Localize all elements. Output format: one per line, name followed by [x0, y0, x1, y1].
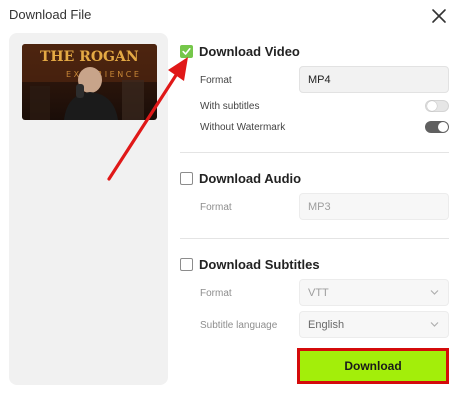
svg-text:E X P E R I E N C E: E X P E R I E N C E [66, 70, 139, 79]
download-video-checkbox[interactable] [180, 45, 193, 58]
download-video-label: Download Video [199, 44, 300, 59]
subtitle-language-select[interactable]: English [299, 311, 449, 338]
preview-panel: THE ROGAN E X P E R I E N C E [9, 33, 168, 385]
download-button[interactable]: Download [297, 348, 449, 384]
audio-format-select[interactable]: MP3 [299, 193, 449, 220]
dialog-title: Download File [9, 7, 92, 22]
audio-section-head: Download Audio [180, 171, 301, 186]
subtitle-language-value: English [308, 318, 345, 331]
subtitles-section-head: Download Subtitles [180, 257, 320, 272]
subtitle-format-label: Format [200, 288, 232, 299]
subtitle-language-label: Subtitle language [200, 320, 278, 331]
video-format-label: Format [200, 75, 232, 86]
download-audio-checkbox[interactable] [180, 172, 193, 185]
subtitle-format-value: VTT [308, 286, 329, 299]
close-icon[interactable] [431, 8, 447, 24]
with-subtitles-label: With subtitles [200, 101, 260, 112]
without-watermark-toggle[interactable] [425, 121, 449, 133]
toggle-knob [438, 122, 448, 132]
video-format-select[interactable]: MP4 [299, 66, 449, 93]
download-audio-label: Download Audio [199, 171, 302, 186]
svg-text:THE ROGAN: THE ROGAN [40, 49, 139, 65]
download-subtitles-label: Download Subtitles [199, 257, 320, 272]
chevron-down-icon [430, 322, 439, 327]
video-section-head: Download Video [180, 44, 300, 59]
audio-format-value: MP3 [308, 200, 331, 213]
divider [180, 152, 449, 153]
toggle-knob [427, 101, 437, 111]
subtitle-format-select[interactable]: VTT [299, 279, 449, 306]
with-subtitles-toggle[interactable] [425, 100, 449, 112]
audio-format-label: Format [200, 202, 232, 213]
download-subtitles-checkbox[interactable] [180, 258, 193, 271]
video-thumbnail: THE ROGAN E X P E R I E N C E [22, 44, 157, 120]
divider [180, 238, 449, 239]
chevron-down-icon [430, 290, 439, 295]
without-watermark-label: Without Watermark [200, 122, 286, 133]
check-icon [182, 48, 191, 55]
video-format-value: MP4 [308, 73, 331, 86]
